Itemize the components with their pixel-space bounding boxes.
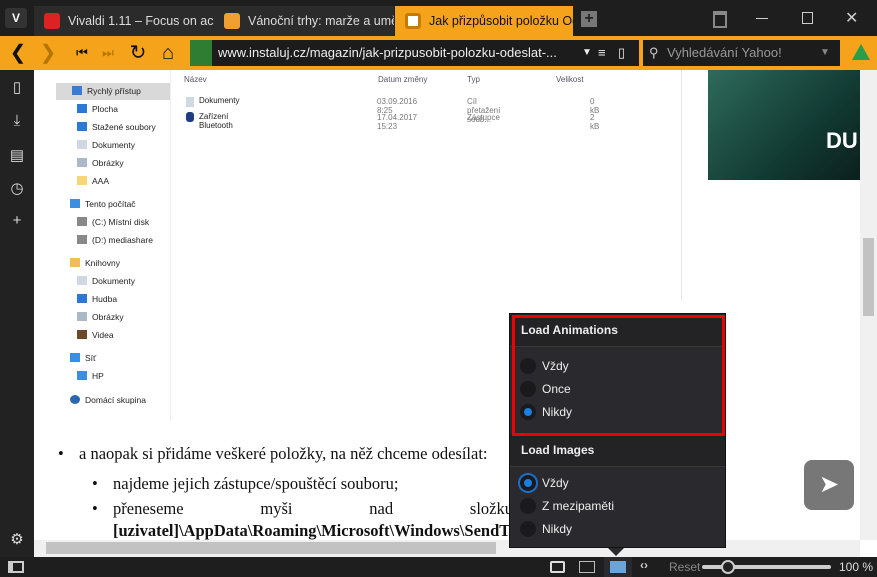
tab-jak-prizpusobit[interactable]: Jak přizpůsobit položku Ode xyxy=(395,6,573,36)
img-option-vzdy[interactable]: Vždy xyxy=(520,474,569,492)
zoom-reset-button[interactable]: Reset xyxy=(669,560,700,574)
bullet: • xyxy=(92,474,98,493)
google-drive-icon[interactable] xyxy=(852,44,870,60)
column-header: Typ xyxy=(467,75,480,84)
advertisement-image[interactable]: DU xyxy=(708,70,860,180)
toolbar: ❮ ❯ ⏮ ⏭ ↻ ⌂ www.instaluj.cz/magazin/jak-… xyxy=(0,36,877,70)
search-icon: ⚲ xyxy=(649,45,659,60)
document-icon xyxy=(186,97,194,107)
history-panel-icon[interactable]: ◷ xyxy=(0,179,34,197)
address-bar[interactable]: www.instaluj.cz/magazin/jak-prizpusobit-… xyxy=(190,40,639,66)
rewind-button[interactable]: ⏮ xyxy=(70,36,94,70)
reload-button[interactable]: ↻ xyxy=(126,36,150,70)
nav-item: Plocha xyxy=(77,100,118,118)
reader-view-icon[interactable]: ≡ xyxy=(598,40,606,66)
settings-gear-icon[interactable]: ⚙ xyxy=(0,530,34,548)
nav-item: Tento počítač xyxy=(70,195,136,213)
article-text: a naopak si přidáme veškeré položky, na … xyxy=(79,444,488,463)
nav-item: Obrázky xyxy=(77,154,124,172)
tile-view-icon[interactable] xyxy=(579,561,595,573)
nav-item: (C:) Místní disk xyxy=(77,213,149,231)
nav-item: Videa xyxy=(77,326,114,344)
lock-icon xyxy=(190,40,212,66)
dropdown-arrow-icon[interactable]: ▼ xyxy=(582,40,592,66)
forward-button[interactable]: ❯ xyxy=(36,36,60,70)
img-option-z-mezipameti[interactable]: Z mezipaměti xyxy=(520,497,614,515)
add-panel-icon[interactable]: + xyxy=(0,212,34,229)
notes-panel-icon[interactable]: ▤ xyxy=(0,146,34,164)
tab-vivaldi[interactable]: Vivaldi 1.11 – Focus on acces xyxy=(34,6,214,36)
nav-item: Domácí skupina xyxy=(70,391,146,409)
camera-icon[interactable] xyxy=(550,561,565,573)
nav-item: Dokumenty xyxy=(77,136,135,154)
minimize-button[interactable] xyxy=(756,18,768,19)
page-actions-icon[interactable]: ‹› xyxy=(640,558,648,572)
article-path: [uzivatel]\AppData\Roaming\Microsoft\Win… xyxy=(113,521,509,540)
zoom-slider[interactable] xyxy=(702,560,831,574)
tab-vanocni-trhy[interactable]: Vánoční trhy: marže a umění xyxy=(214,6,394,36)
instaluj-favicon-icon xyxy=(405,13,421,29)
downloads-panel-icon[interactable]: ⤓ xyxy=(0,112,34,129)
side-panel: ▯ ⤓ ▤ ◷ + ⚙ xyxy=(0,70,34,557)
nav-item: Stažené soubory xyxy=(77,118,156,136)
tab-bar: V Vivaldi 1.11 – Focus on acces Vánoční … xyxy=(0,0,877,36)
new-tab-button[interactable]: + xyxy=(581,11,597,27)
vivaldi-favicon-icon xyxy=(44,13,60,29)
nav-item: Rychlý přístup xyxy=(72,82,141,100)
highlight-box xyxy=(512,315,725,436)
home-button[interactable]: ⌂ xyxy=(156,36,180,70)
column-header: Datum změny xyxy=(378,75,428,84)
vivaldi-menu-button[interactable]: V xyxy=(5,8,27,28)
panel-toggle-icon[interactable] xyxy=(8,561,24,573)
fast-forward-button[interactable]: ⏭ xyxy=(96,36,120,70)
nav-item: Obrázky xyxy=(77,308,124,326)
bookmark-icon[interactable]: ▯ xyxy=(618,40,625,66)
nav-item: HP xyxy=(77,367,104,385)
vertical-scrollbar[interactable] xyxy=(860,70,877,540)
column-header: Název xyxy=(184,75,207,84)
nav-item: (D:) mediashare xyxy=(77,231,153,249)
article-text: přeneseme myši nad složku xyxy=(113,499,513,518)
bluetooth-icon xyxy=(186,112,194,122)
article-text: najdeme jejich zástupce/spouštěcí soubor… xyxy=(113,474,399,493)
load-images-heading: Load Images xyxy=(510,434,725,467)
horizontal-scrollbar[interactable] xyxy=(34,540,860,557)
image-settings-icon[interactable] xyxy=(604,557,632,577)
img-option-nikdy[interactable]: Nikdy xyxy=(520,520,572,538)
scroll-to-top-button[interactable]: ➤ xyxy=(804,460,854,510)
owl-favicon-icon xyxy=(224,13,240,29)
popup-pointer xyxy=(608,548,624,556)
status-bar: ‹› Reset 100 % xyxy=(0,557,877,577)
back-button[interactable]: ❮ xyxy=(6,36,30,70)
bullet: • xyxy=(92,499,98,518)
search-engine-dropdown-icon[interactable]: ▼ xyxy=(820,40,830,66)
bookmarks-panel-icon[interactable]: ▯ xyxy=(0,78,34,96)
nav-item: AAA xyxy=(77,172,109,190)
search-field[interactable]: ⚲ Vyhledávání Yahoo! ▼ xyxy=(643,40,840,66)
nav-item: Knihovny xyxy=(70,254,120,272)
maximize-button[interactable] xyxy=(802,12,813,24)
bullet: • xyxy=(58,444,64,463)
close-button[interactable]: ✕ xyxy=(845,8,858,28)
zoom-level: 100 % xyxy=(839,560,874,574)
nav-item: Hudba xyxy=(77,290,117,308)
column-header: Velikost xyxy=(556,75,584,84)
nav-item: Dokumenty xyxy=(77,272,135,290)
nav-item: Síť xyxy=(70,349,96,367)
image-settings-popup: Load Animations Vždy Once Nikdy Load Ima… xyxy=(509,313,726,548)
trash-icon[interactable] xyxy=(713,11,727,28)
